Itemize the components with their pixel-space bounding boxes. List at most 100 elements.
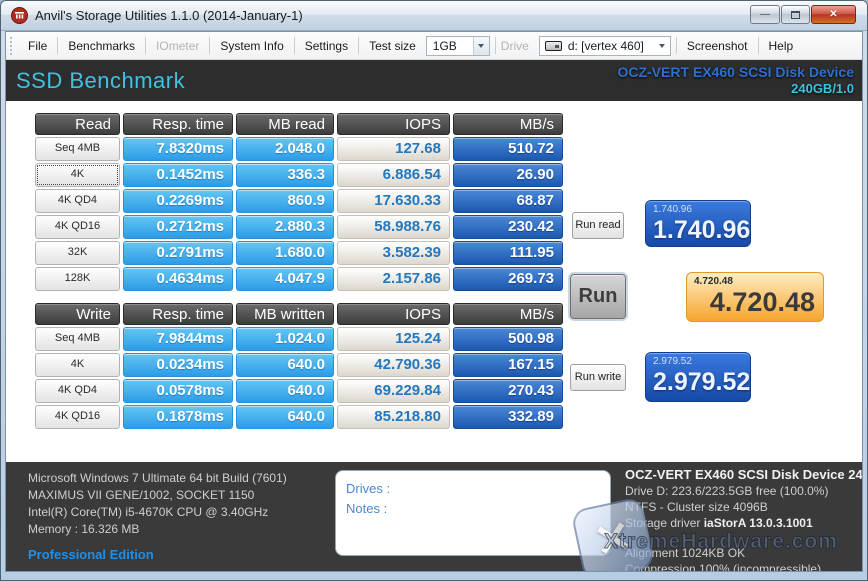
read-mb: 860.9 <box>236 189 334 213</box>
read-row-label[interactable]: Seq 4MB <box>35 137 120 161</box>
menu-iometer: IOmeter <box>156 38 200 53</box>
write-mb: 640.0 <box>236 353 334 377</box>
write-row-label[interactable]: 4K QD16 <box>35 405 120 429</box>
device-info-title: OCZ-VERT EX460 SCSI Disk Device 240GB <box>625 467 862 482</box>
toolbar-separator <box>494 37 496 54</box>
write-iops: 69.229.84 <box>337 379 450 403</box>
read-mbs: 26.90 <box>453 163 563 187</box>
test-size-value: 1GB <box>432 38 457 53</box>
total-score-value: 4.720.48 <box>709 287 815 317</box>
toolbar-separator <box>293 37 295 54</box>
maximize-icon <box>791 10 800 19</box>
write-mb: 640.0 <box>236 405 334 429</box>
menu-system-info[interactable]: System Info <box>211 35 292 57</box>
write-mb: 640.0 <box>236 379 334 403</box>
write-row-label[interactable]: 4K <box>35 353 120 377</box>
write-resp-time: 0.0578ms <box>123 379 233 403</box>
write-row-label[interactable]: Seq 4MB <box>35 327 120 351</box>
write-iops: 85.218.80 <box>337 405 450 429</box>
read-iops: 17.630.33 <box>337 189 450 213</box>
storage-driver-value: iaStorA 13.0.3.1001 <box>703 516 813 530</box>
write-row-label[interactable]: 4K QD4 <box>35 379 120 403</box>
toolbar-separator <box>209 37 211 54</box>
maximize-button[interactable] <box>781 5 810 24</box>
toolbar-grip[interactable] <box>10 36 13 55</box>
chevron-down-icon[interactable] <box>472 36 489 55</box>
test-size-label: Test size <box>369 38 416 53</box>
write-col-header: MB/s <box>453 303 563 325</box>
write-score-small: 2.979.52 <box>653 356 692 367</box>
read-table: Read Resp. time MB read IOPS MB/s Seq 4M… <box>35 113 563 291</box>
client-area: File Benchmarks IOmeter System Info Sett… <box>5 31 863 572</box>
write-mbs: 270.43 <box>453 379 563 403</box>
run-read-button[interactable]: Run read <box>572 212 624 239</box>
read-resp-time: 0.2791ms <box>123 241 233 265</box>
read-resp-time: 0.2269ms <box>123 189 233 213</box>
filesystem-line: NTFS - Cluster size 4096B <box>625 500 768 514</box>
app-window: Anvil's Storage Utilities 1.1.0 (2014-Ja… <box>0 0 868 581</box>
drive-select[interactable]: d: [vertex 460] <box>538 35 671 56</box>
read-row-label[interactable]: 32K <box>35 241 120 265</box>
notes-box[interactable]: Drives : Notes : <box>335 470 611 556</box>
write-mbs: 500.98 <box>453 327 563 351</box>
write-table: Write Resp. time MB written IOPS MB/s Se… <box>35 303 563 429</box>
drive-free-line: Drive D: 223.6/223.5GB free (100.0%) <box>625 484 829 498</box>
write-mbs: 332.89 <box>453 405 563 429</box>
menu-benchmarks[interactable]: Benchmarks <box>59 35 144 57</box>
toolbar-separator <box>757 37 759 54</box>
memory-line: Memory : 16.326 MB <box>28 522 140 536</box>
write-mbs: 167.15 <box>453 353 563 377</box>
menu-screenshot[interactable]: Screenshot <box>678 35 757 57</box>
read-col-header: IOPS <box>337 113 450 135</box>
read-resp-time: 0.2712ms <box>123 215 233 239</box>
minimize-button[interactable]: — <box>750 5 780 24</box>
drive-label: Drive <box>500 38 529 53</box>
chevron-down-icon[interactable] <box>654 37 670 55</box>
edition-label: Professional Edition <box>28 547 154 562</box>
run-button[interactable]: Run <box>570 274 626 319</box>
write-iops: 42.790.36 <box>337 353 450 377</box>
run-write-button[interactable]: Run write <box>570 364 626 391</box>
storage-driver-line: Storage driver iaStorA 13.0.3.1001 <box>625 515 862 531</box>
os-line: Microsoft Windows 7 Ultimate 64 bit Buil… <box>28 471 287 485</box>
device-capacity: 240GB/1.0 <box>791 81 854 97</box>
write-col-header: Write <box>35 303 120 325</box>
menu-settings[interactable]: Settings <box>296 35 357 57</box>
watermark-text: XtremeHardware.com <box>604 530 838 554</box>
app-icon <box>11 7 28 24</box>
drives-label: Drives : <box>346 481 391 496</box>
read-mbs: 230.42 <box>453 215 563 239</box>
close-button[interactable]: ✕ <box>811 5 856 24</box>
read-mbs: 269.73 <box>453 267 563 291</box>
compression-line: Compression 100% (incompressible) <box>625 562 822 571</box>
system-info: Microsoft Windows 7 Ultimate 64 bit Buil… <box>28 470 287 563</box>
read-row-label[interactable]: 4K QD4 <box>35 189 120 213</box>
read-row-label[interactable]: 4K <box>35 163 120 187</box>
menu-file[interactable]: File <box>19 35 56 57</box>
read-mb: 2.880.3 <box>236 215 334 239</box>
test-size-select[interactable]: 1GB <box>425 35 490 56</box>
write-col-header: Resp. time <box>123 303 233 325</box>
toolbar-separator <box>57 37 59 54</box>
read-row-label[interactable]: 4K QD16 <box>35 215 120 239</box>
read-mbs: 510.72 <box>453 137 563 161</box>
read-mb: 2.048.0 <box>236 137 334 161</box>
write-resp-time: 7.9844ms <box>123 327 233 351</box>
write-resp-time: 0.0234ms <box>123 353 233 377</box>
menu-help[interactable]: Help <box>760 35 803 57</box>
read-mbs: 68.87 <box>453 189 563 213</box>
drive-icon <box>544 40 562 51</box>
read-row-label[interactable]: 128K <box>35 267 120 291</box>
write-col-header: IOPS <box>337 303 450 325</box>
title-bar[interactable]: Anvil's Storage Utilities 1.1.0 (2014-Ja… <box>1 1 867 31</box>
write-resp-time: 0.1878ms <box>123 405 233 429</box>
menu-toolbar: File Benchmarks IOmeter System Info Sett… <box>6 32 862 60</box>
read-iops: 127.68 <box>337 137 450 161</box>
read-score-value: 1.740.96 <box>653 216 751 244</box>
read-resp-time: 7.8320ms <box>123 137 233 161</box>
toolbar-separator <box>358 37 360 54</box>
read-score-box: 1.740.96 1.740.96 <box>645 200 751 247</box>
read-resp-time: 0.1452ms <box>123 163 233 187</box>
window-controls: — ✕ <box>750 5 856 24</box>
device-name: OCZ-VERT EX460 SCSI Disk Device <box>617 63 854 80</box>
